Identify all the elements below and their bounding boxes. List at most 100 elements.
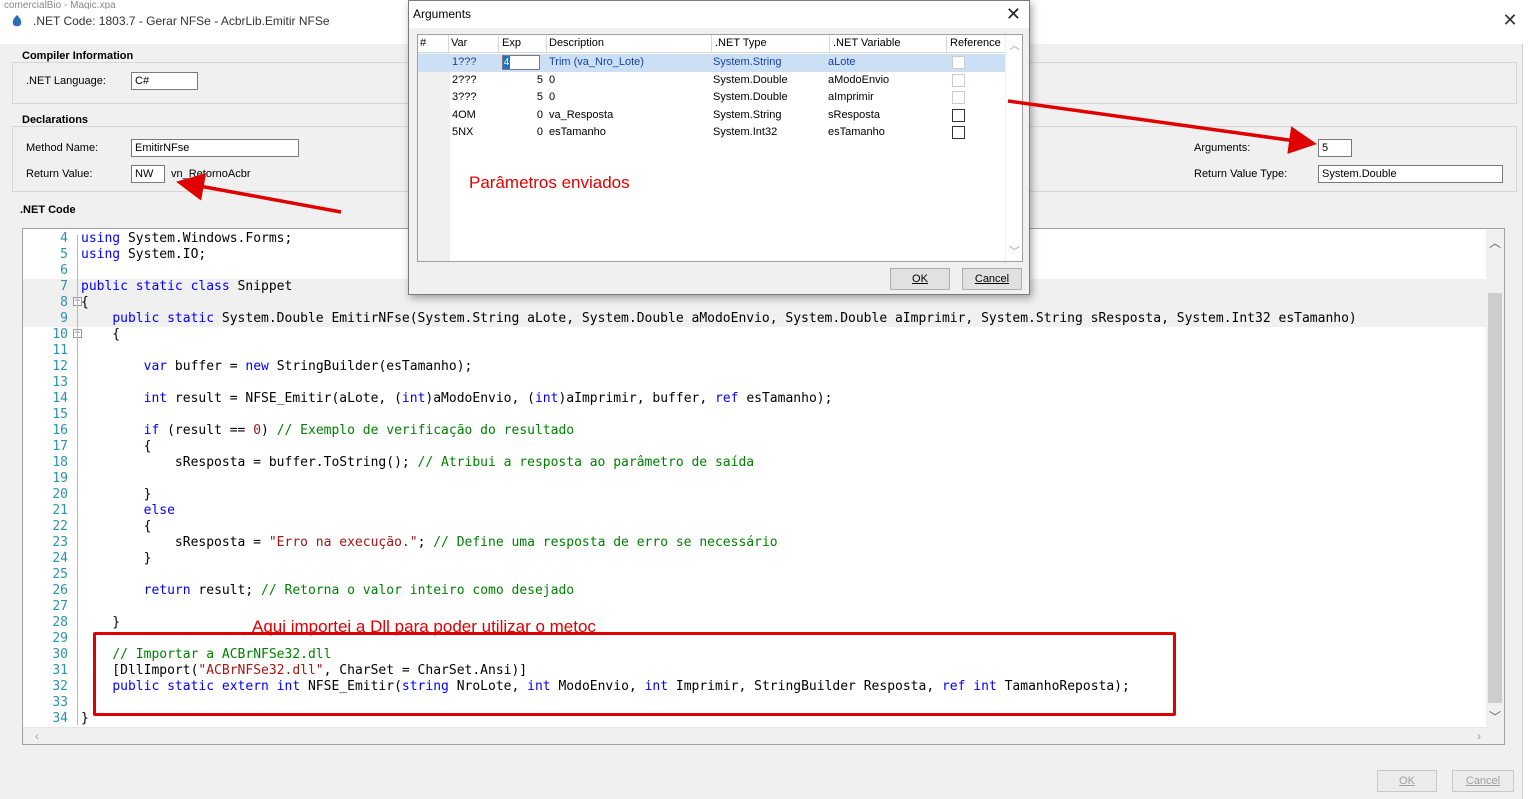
col-separator	[498, 35, 499, 53]
cell-description[interactable]: 0	[549, 74, 555, 86]
arguments-label: Arguments:	[1194, 142, 1251, 154]
code-line[interactable]: 22 {	[23, 519, 1487, 535]
dialog-title: Arguments	[413, 7, 472, 21]
code-line[interactable]: 11	[23, 343, 1487, 359]
cell-variable[interactable]: aLote	[828, 56, 856, 68]
arguments-count-field[interactable]: 5	[1318, 139, 1352, 157]
language-field[interactable]: C#	[131, 72, 198, 90]
code-line[interactable]: 19	[23, 471, 1487, 487]
arguments-dialog: Arguments ✕ # Var Exp Description .NET T…	[408, 0, 1030, 295]
cell-exp[interactable]: 0	[502, 126, 543, 138]
cell-exp[interactable]: 5	[502, 74, 543, 86]
code-line[interactable]: 23 sResposta = "Erro na execução."; // D…	[23, 535, 1487, 551]
cell-var[interactable]: 4OM	[452, 109, 476, 121]
col-header-exp[interactable]: Exp	[502, 37, 521, 49]
col-header-description[interactable]: Description	[549, 37, 604, 49]
code-text: }	[81, 711, 89, 727]
cell-variable[interactable]: aImprimir	[828, 91, 874, 103]
cell-var[interactable]: 3???	[452, 91, 476, 103]
cell-type[interactable]: System.Int32	[713, 126, 777, 138]
argument-row[interactable]: 1??? Trim (va_Nro_Lote) System.String aLote…	[418, 54, 1006, 72]
ok-button[interactable]: OK	[1377, 770, 1437, 792]
cell-type[interactable]: System.String	[713, 56, 781, 68]
col-header-type[interactable]: .NET Type	[715, 37, 767, 49]
cell-description[interactable]: va_Resposta	[549, 109, 613, 121]
col-header-var[interactable]: Var	[451, 37, 467, 49]
method-name-field[interactable]: EmitirNFse	[131, 139, 299, 157]
reference-checkbox[interactable]	[952, 126, 965, 140]
grid-scroll-up-icon[interactable]: ︿	[1006, 37, 1022, 53]
reference-checkbox[interactable]	[952, 108, 965, 122]
cell-exp[interactable]: 0	[502, 109, 543, 121]
code-line[interactable]: 15	[23, 407, 1487, 423]
return-value-var-field[interactable]: NW	[131, 165, 165, 183]
window-close-icon[interactable]: ✕	[1500, 10, 1520, 30]
scroll-left-icon[interactable]: ‹	[29, 728, 45, 744]
code-line[interactable]: 9 public static System.Double EmitirNFse…	[23, 311, 1487, 327]
window-edge	[1522, 44, 1529, 799]
code-token: StringBuilder(esTamanho);	[268, 359, 473, 374]
code-line[interactable]: 8−{	[23, 295, 1487, 311]
code-line[interactable]: 21 else	[23, 503, 1487, 519]
dialog-cancel-button[interactable]: Cancel	[962, 268, 1022, 290]
code-text: else	[81, 503, 175, 519]
code-line[interactable]: 18 sResposta = buffer.ToString(); // Atr…	[23, 455, 1487, 471]
code-line[interactable]: 20 }	[23, 487, 1487, 503]
cell-type[interactable]: System.Double	[713, 91, 788, 103]
code-text: public static class Snippet	[81, 279, 292, 295]
scroll-right-icon[interactable]: ›	[1471, 728, 1487, 744]
cell-type[interactable]: System.Double	[713, 74, 788, 86]
cell-description[interactable]: esTamanho	[549, 126, 606, 138]
cancel-button[interactable]: Cancel	[1452, 770, 1514, 792]
code-line[interactable]: 14 int result = NFSE_Emitir(aLote, (int)…	[23, 391, 1487, 407]
code-token: (result ==	[159, 423, 254, 438]
cell-variable[interactable]: sResposta	[828, 109, 880, 121]
cell-var[interactable]: 1???	[452, 56, 476, 68]
cell-var[interactable]: 5NX	[452, 126, 473, 138]
code-line[interactable]: 26 return result; // Retorna o valor int…	[23, 583, 1487, 599]
line-number: 28	[52, 615, 68, 630]
cell-description[interactable]: Trim (va_Nro_Lote)	[549, 56, 644, 68]
argument-row[interactable]: 2??? 5 0 System.Double aModoEnvio	[418, 72, 1006, 90]
code-token: {	[81, 295, 89, 310]
vertical-scrollbar[interactable]: ︿ ﹀	[1486, 229, 1504, 744]
line-number: 22	[52, 519, 68, 534]
code-line[interactable]: 13	[23, 375, 1487, 391]
code-token: var	[143, 359, 168, 374]
code-line[interactable]: 10− {	[23, 327, 1487, 343]
argument-row[interactable]: 4OM 0 va_Resposta System.String sResposta	[418, 107, 1006, 125]
cell-var[interactable]: 2???	[452, 74, 476, 86]
scroll-up-icon[interactable]: ︿	[1486, 235, 1504, 251]
code-line[interactable]: 12 var buffer = new StringBuilder(esTama…	[23, 359, 1487, 375]
code-line[interactable]: 16 if (result == 0) // Exemplo de verifi…	[23, 423, 1487, 439]
code-line[interactable]: 17 {	[23, 439, 1487, 455]
cell-variable[interactable]: esTamanho	[828, 126, 885, 138]
scroll-thumb[interactable]	[1488, 293, 1502, 703]
return-type-field[interactable]: System.Double	[1318, 165, 1503, 183]
dialog-close-icon[interactable]: ✕	[1006, 3, 1021, 25]
code-line[interactable]: 24 }	[23, 551, 1487, 567]
scroll-down-icon[interactable]: ﹀	[1486, 709, 1504, 725]
cell-description[interactable]: 0	[549, 91, 555, 103]
horizontal-scrollbar[interactable]: ‹ ›	[23, 727, 1487, 744]
code-token: int	[401, 391, 426, 406]
cell-type[interactable]: System.String	[713, 109, 781, 121]
arguments-grid[interactable]: # Var Exp Description .NET Type .NET Var…	[417, 34, 1023, 262]
grid-scrollbar[interactable]: ︿ ﹀	[1005, 35, 1022, 261]
cell-exp[interactable]: 5	[502, 91, 543, 103]
col-header-reference[interactable]: Reference	[950, 37, 1001, 49]
argument-row[interactable]: 5NX 0 esTamanho System.Int32 esTamanho	[418, 124, 1006, 142]
argument-row[interactable]: 3??? 5 0 System.Double aImprimir	[418, 89, 1006, 107]
cell-variable[interactable]: aModoEnvio	[828, 74, 889, 86]
col-header-number[interactable]: #	[420, 37, 426, 49]
dll-highlight-box	[93, 632, 1176, 716]
code-line[interactable]: 28 }	[23, 615, 1487, 631]
dialog-ok-button[interactable]: OK	[890, 268, 950, 290]
code-token: result = NFSE_Emitir(aLote, (	[167, 391, 402, 406]
grid-scroll-down-icon[interactable]: ﹀	[1006, 243, 1022, 259]
code-line[interactable]: 25	[23, 567, 1487, 583]
code-token: sResposta = buffer.ToString();	[81, 455, 418, 470]
col-header-variable[interactable]: .NET Variable	[833, 37, 900, 49]
code-token: Snippet	[229, 279, 293, 294]
code-line[interactable]: 27	[23, 599, 1487, 615]
